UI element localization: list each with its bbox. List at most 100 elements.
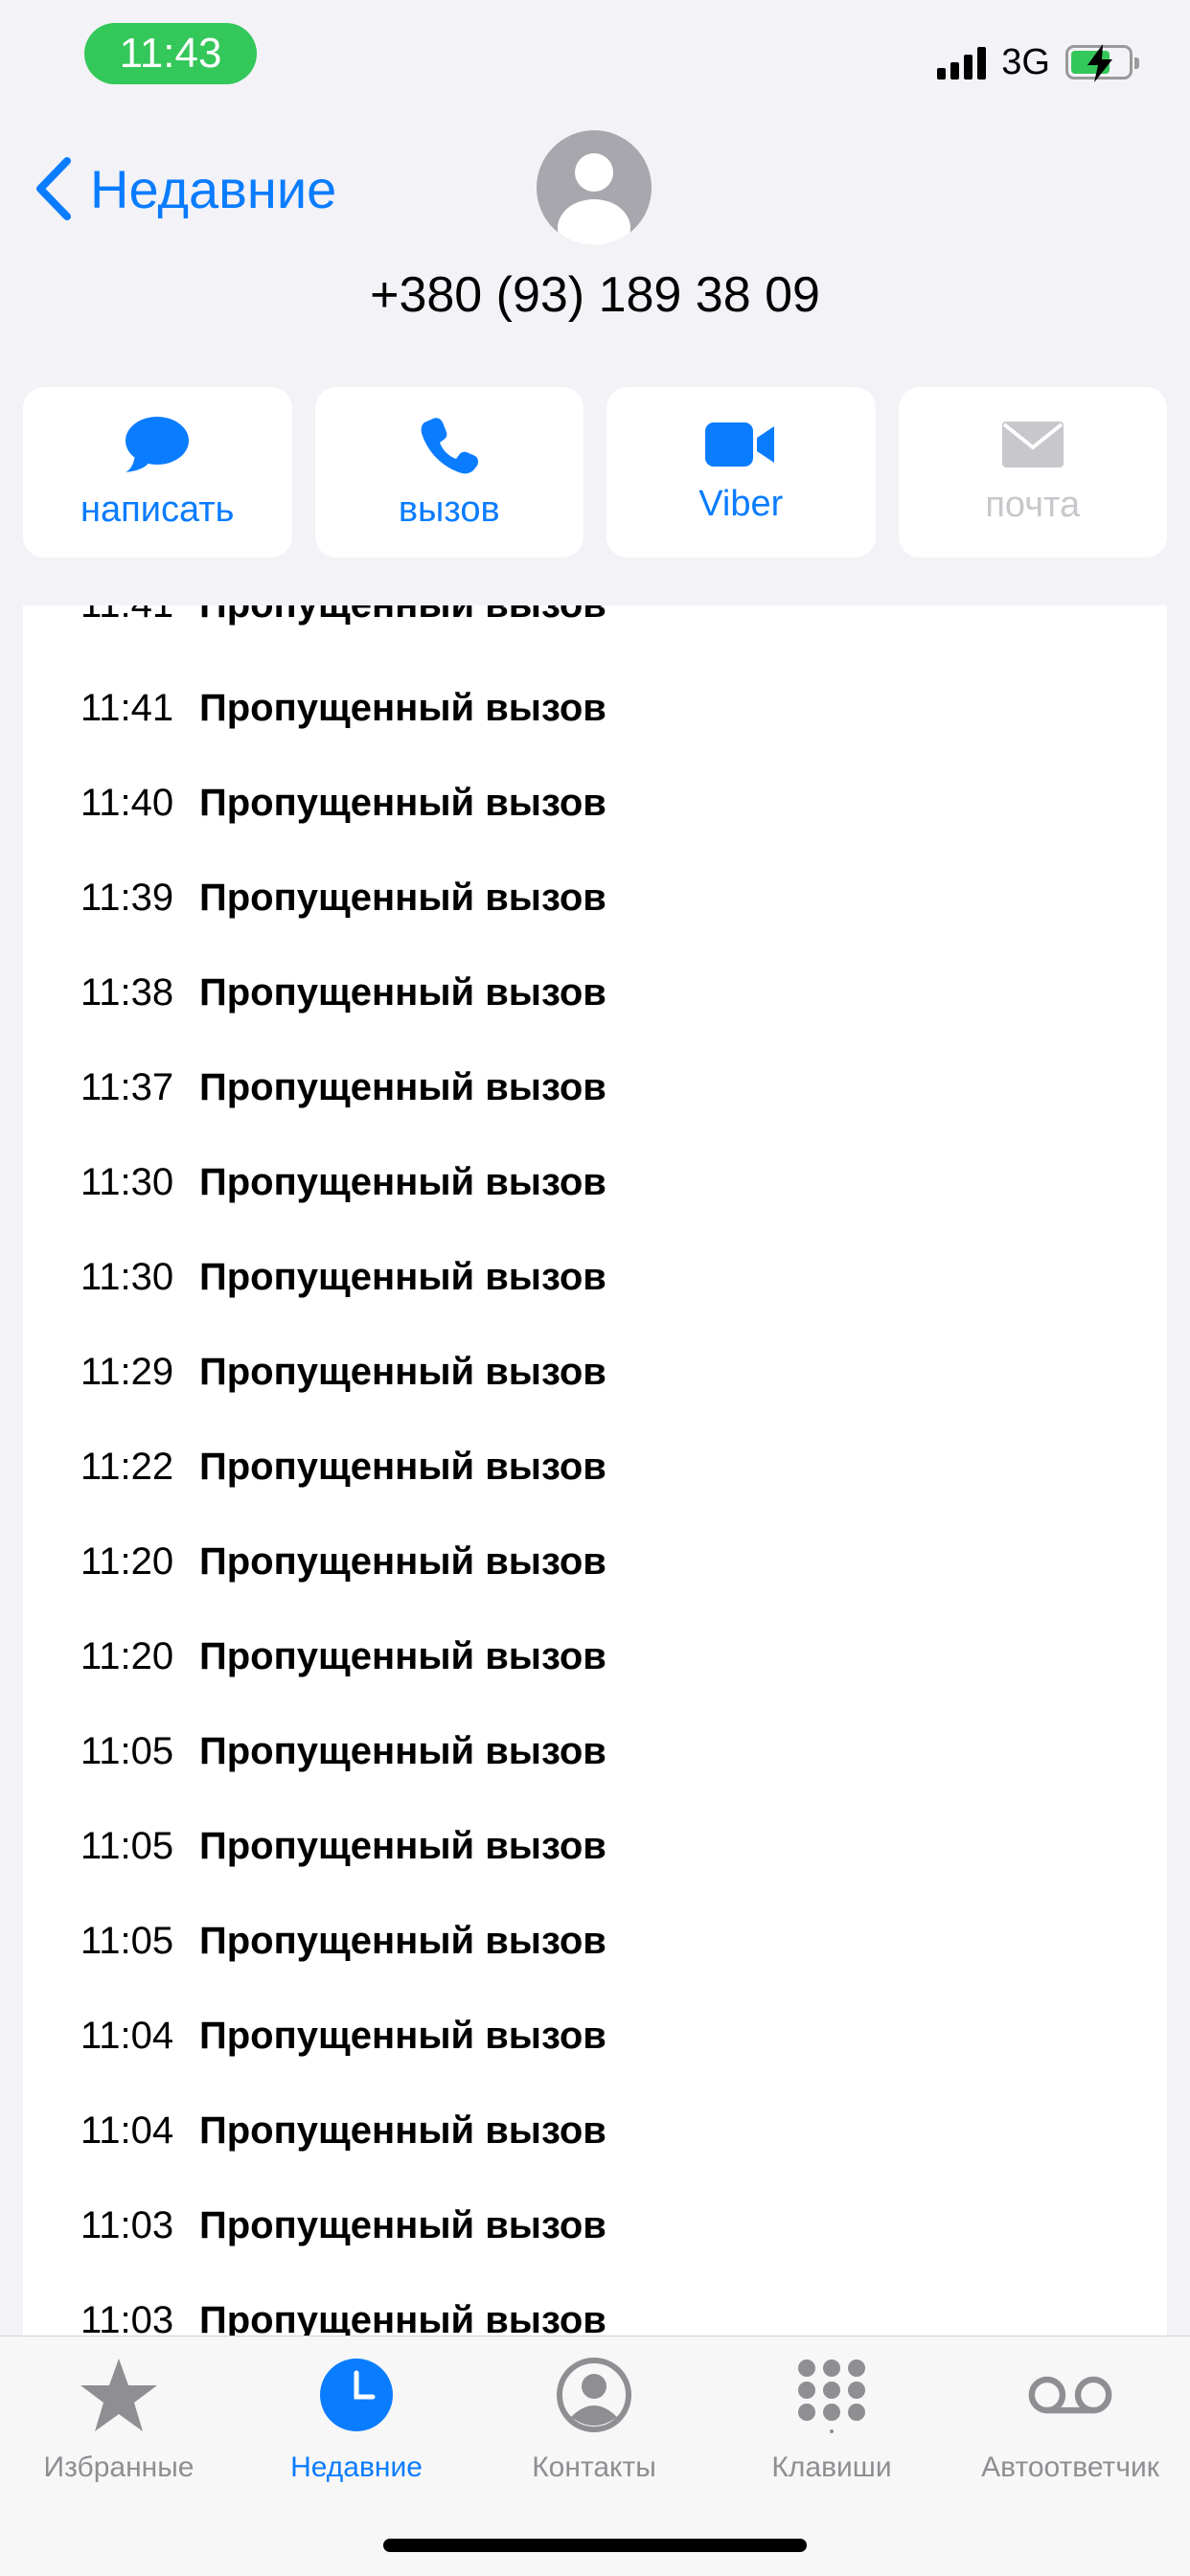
message-button[interactable]: написать <box>23 387 292 558</box>
call-row: 11:22 Пропущенный вызов <box>80 1420 606 1515</box>
call-status: Пропущенный вызов <box>199 1730 606 1772</box>
call-status: Пропущенный вызов <box>199 1256 606 1298</box>
call-status: Пропущенный вызов <box>199 687 606 729</box>
tab-keypad-label: Клавиши <box>771 2451 892 2483</box>
call-status: Пропущенный вызов <box>199 1635 606 1677</box>
call-status: Пропущенный вызов <box>199 605 606 627</box>
call-status: Пропущенный вызов <box>199 2015 606 2057</box>
mail-button-label: почта <box>985 484 1081 525</box>
call-history-list[interactable]: 11:41Пропущенный вызов 11:41Пропущенный … <box>23 605 1167 2336</box>
call-status: Пропущенный вызов <box>199 1920 606 1962</box>
person-icon <box>558 153 630 245</box>
call-time: 11:38 <box>80 971 174 1014</box>
call-row: 11:20 Пропущенный вызов <box>80 1515 606 1609</box>
call-row: 11:05 Пропущенный вызов <box>80 1799 606 1894</box>
call-button[interactable]: вызов <box>314 387 584 558</box>
call-row: 11:03 Пропущенный вызов <box>80 2273 606 2336</box>
call-status: Пропущенный вызов <box>199 1161 606 1203</box>
call-time: 11:04 <box>80 2109 174 2152</box>
call-time: 11:41 <box>80 687 174 729</box>
tab-recents-label: Недавние <box>290 2451 423 2483</box>
network-type: 3G <box>1001 41 1050 82</box>
call-time: 11:37 <box>80 1066 174 1108</box>
battery-icon <box>1065 44 1139 82</box>
tab-favorites[interactable]: Избранные <box>0 2352 238 2484</box>
status-time[interactable]: 11:43 <box>84 23 257 84</box>
call-status: Пропущенный вызов <box>199 1446 606 1488</box>
tab-contacts-label: Контакты <box>532 2451 656 2483</box>
call-status: Пропущенный вызов <box>199 2299 606 2336</box>
cellular-signal-icon <box>937 45 987 80</box>
call-row: 11:20 Пропущенный вызов <box>80 1609 606 1704</box>
tab-keypad[interactable]: Клавиши <box>713 2352 950 2484</box>
call-row: 11:40 Пропущенный вызов <box>80 756 606 851</box>
contact-phone-number: +380 (93) 189 38 09 <box>370 267 820 323</box>
call-status: Пропущенный вызов <box>199 1066 606 1108</box>
call-time: 11:03 <box>80 2204 174 2246</box>
call-row: 11:41Пропущенный вызов <box>80 605 606 652</box>
contact-header: Недавние +380 (93) 189 38 09 <box>0 125 1190 364</box>
call-time: 11:04 <box>80 2015 174 2057</box>
mail-button[interactable]: почта <box>898 387 1167 558</box>
video-camera-icon <box>705 422 775 467</box>
call-status: Пропущенный вызов <box>199 971 606 1014</box>
viber-button[interactable]: Viber <box>606 387 876 558</box>
message-button-label: написать <box>80 489 235 530</box>
envelope-icon <box>1001 421 1064 467</box>
call-time: 11:05 <box>80 1730 174 1772</box>
status-indicators: 3G <box>937 38 1139 86</box>
call-row: 11:05 Пропущенный вызов <box>80 1704 606 1799</box>
call-time: 11:30 <box>80 1161 174 1203</box>
phone-icon <box>421 417 478 473</box>
call-status: Пропущенный вызов <box>199 2109 606 2152</box>
voicemail-icon <box>1027 2352 1113 2438</box>
call-status: Пропущенный вызов <box>199 2204 606 2246</box>
tab-contacts[interactable]: Контакты <box>475 2352 713 2484</box>
call-time: 11:03 <box>80 2299 174 2336</box>
keypad-icon <box>789 2352 875 2438</box>
home-indicator[interactable] <box>383 2539 807 2552</box>
call-time: 11:30 <box>80 1256 174 1298</box>
call-status: Пропущенный вызов <box>199 877 606 919</box>
star-icon <box>76 2352 162 2438</box>
call-time: 11:20 <box>80 1635 174 1677</box>
call-row: 11:30 Пропущенный вызов <box>80 1135 606 1230</box>
back-label: Недавние <box>90 158 337 219</box>
tab-voicemail-label: Автоответчик <box>981 2451 1159 2483</box>
status-bar: 11:43 3G <box>0 0 1190 115</box>
tab-favorites-label: Избранные <box>43 2451 195 2483</box>
call-row: 11:30 Пропущенный вызов <box>80 1230 606 1325</box>
contact-actions: написать вызов Viber почта <box>23 387 1167 558</box>
call-row: 11:04 Пропущенный вызов <box>80 2084 606 2178</box>
call-time: 11:41 <box>80 605 199 627</box>
call-row: 11:05 Пропущенный вызов <box>80 1894 606 1989</box>
viber-button-label: Viber <box>698 483 784 524</box>
person-circle-icon <box>551 2352 637 2438</box>
clock-icon <box>313 2352 400 2438</box>
call-row: 11:29 Пропущенный вызов <box>80 1325 606 1420</box>
call-status: Пропущенный вызов <box>199 1540 606 1583</box>
back-button[interactable]: Недавние <box>34 157 336 220</box>
tab-recents[interactable]: Недавние <box>238 2352 475 2484</box>
chevron-left-icon <box>36 157 71 220</box>
call-status: Пропущенный вызов <box>199 1825 606 1867</box>
call-time: 11:20 <box>80 1540 174 1583</box>
call-time: 11:40 <box>80 782 174 824</box>
call-time: 11:05 <box>80 1920 174 1962</box>
call-time: 11:22 <box>80 1446 174 1488</box>
call-row: 11:04 Пропущенный вызов <box>80 1989 606 2084</box>
call-status: Пропущенный вызов <box>199 782 606 824</box>
call-row: 11:38 Пропущенный вызов <box>80 946 606 1040</box>
call-time: 11:29 <box>80 1351 174 1393</box>
tab-voicemail[interactable]: Автоответчик <box>950 2352 1190 2484</box>
call-row: 11:41 Пропущенный вызов <box>80 661 606 756</box>
call-time: 11:05 <box>80 1825 174 1867</box>
call-button-label: вызов <box>398 489 500 530</box>
call-row: 11:03 Пропущенный вызов <box>80 2178 606 2273</box>
call-row: 11:37 Пропущенный вызов <box>80 1040 606 1135</box>
message-bubble-icon <box>126 416 190 472</box>
call-row: 11:39 Пропущенный вызов <box>80 851 606 946</box>
call-status: Пропущенный вызов <box>199 1351 606 1393</box>
call-time: 11:39 <box>80 877 174 919</box>
contact-avatar[interactable] <box>537 130 652 245</box>
